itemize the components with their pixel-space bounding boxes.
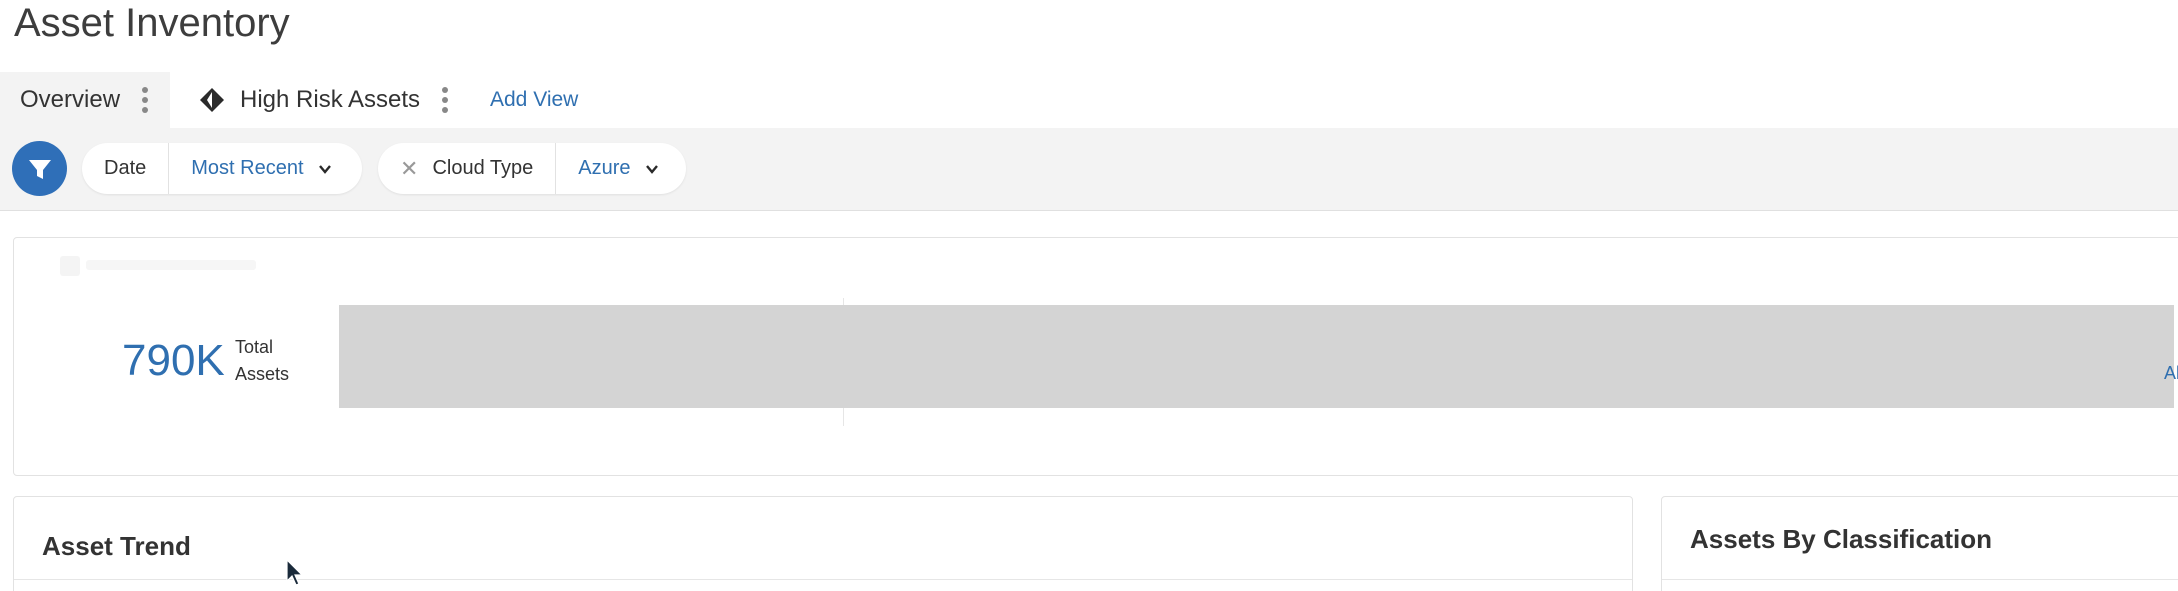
asset-trend-panel: Asset Trend (13, 496, 1633, 591)
view-tabs: Overview High Risk Assets Add View (0, 72, 2178, 128)
asset-trend-title: Asset Trend (42, 531, 191, 561)
date-filter-select[interactable]: Most Recent (169, 143, 353, 194)
assets-bar-placeholder (339, 305, 2174, 408)
tab-high-risk-assets-label: High Risk Assets (240, 86, 421, 113)
truncated-edge-link[interactable]: Al (2164, 363, 2178, 384)
panel-divider (1662, 579, 2178, 580)
high-risk-more-icon[interactable] (442, 87, 449, 113)
cloud-type-filter-value: Azure (578, 157, 631, 179)
faint-card-heading (86, 260, 256, 270)
cloud-type-filter-pill[interactable]: ✕ Cloud Type Azure (378, 143, 686, 194)
total-assets-card: 790K Total Assets Al (13, 237, 2178, 476)
cloud-type-filter-label-group: ✕ Cloud Type (378, 143, 557, 194)
panel-divider (14, 579, 1632, 580)
assets-by-classification-title: Assets By Classification (1690, 524, 1993, 554)
tab-high-risk-assets[interactable]: High Risk Assets (198, 72, 449, 128)
cloud-type-filter-select[interactable]: Azure (556, 143, 680, 194)
overview-more-icon[interactable] (142, 87, 149, 113)
cloud-type-filter-label: Cloud Type (432, 157, 534, 179)
asset-inventory-page: Asset Inventory Overview High Risk Asset… (0, 0, 2178, 591)
total-assets-label: Total Assets (235, 337, 290, 384)
assets-by-classification-panel: Assets By Classification (1661, 496, 2178, 591)
page-title: Asset Inventory (14, 1, 290, 45)
filter-bar: Date Most Recent ✕ Cloud Type Azure (0, 128, 2178, 211)
close-icon[interactable]: ✕ (400, 156, 418, 182)
filter-button[interactable] (12, 141, 67, 196)
faint-card-icon (60, 256, 80, 276)
date-filter-pill[interactable]: Date Most Recent (82, 143, 362, 194)
chevron-down-icon (318, 164, 331, 174)
filter-icon (28, 159, 51, 179)
risk-diamond-icon (200, 88, 224, 112)
tab-overview[interactable]: Overview (0, 72, 170, 128)
total-assets-count: 790K (122, 336, 225, 385)
date-filter-value: Most Recent (191, 157, 304, 179)
add-view-link[interactable]: Add View (490, 72, 578, 128)
mouse-cursor-icon (286, 559, 304, 586)
date-filter-label: Date (82, 143, 170, 194)
chevron-down-icon (645, 164, 658, 174)
tab-overview-label: Overview (20, 86, 121, 113)
